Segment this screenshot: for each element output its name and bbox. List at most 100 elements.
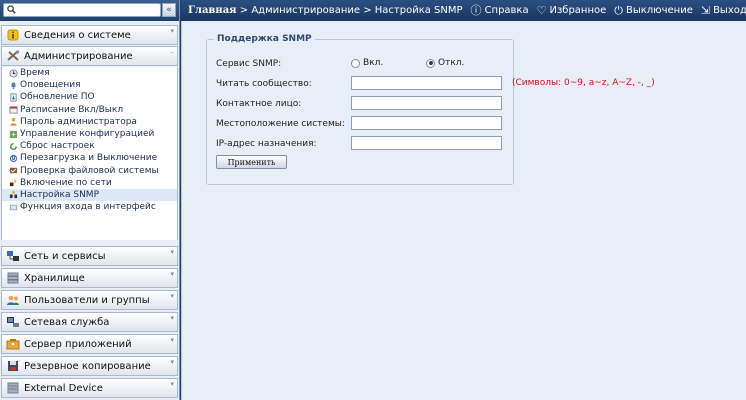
category-label: Сетевая служба [24,316,110,328]
menu-item-filesystem-check[interactable]: Проверка файловой системы [2,165,177,177]
breadcrumb-separator: > [236,5,252,16]
power-icon: ⏻ [614,4,623,17]
category-label: Сервер приложений [24,338,132,350]
collapse-sidebar-button[interactable]: « [162,3,176,17]
target-ip-label: IP-адрес назначения: [216,139,317,149]
target-ip-input[interactable] [351,136,502,150]
menu-item-notifications[interactable]: Оповещения [2,79,177,91]
help-icon: ⓘ [470,4,482,17]
contact-label: Контактное лицо: [216,99,302,109]
info-icon [5,28,20,42]
heart-icon: ♡ [536,4,547,17]
app-server-icon [5,337,20,351]
logout-icon: ⇲ [700,4,711,17]
category-network-service[interactable]: Сетевая служба ▾ [1,312,178,332]
login-icon [9,204,18,210]
apply-button[interactable]: Применить [216,155,287,169]
expand-icon: ▾ [170,292,174,300]
search-input[interactable] [3,3,161,17]
snmp-icon [9,191,18,199]
config-icon [9,130,18,138]
network-service-icon [5,315,20,329]
category-label: Сведения о системе [24,29,131,41]
radio-selected-icon [426,58,435,68]
sidebar: « Сведения о системе ▾ Администрирование… [0,0,180,400]
clock-icon [9,69,18,78]
menu-item-power-schedule[interactable]: Расписание Вкл/Выкл [2,104,177,116]
backup-icon [5,359,20,373]
snmp-service-label: Сервис SNMP: [216,59,282,69]
radio-icon [351,58,360,68]
breadcrumb: Главная > Администрирование > Настройка … [181,5,463,16]
expand-icon: ▾ [170,336,174,344]
logout-link[interactable]: ⇲ Выход [701,5,746,16]
network-icon [5,249,20,263]
menu-item-snmp-settings[interactable]: Настройка SNMP [2,188,177,202]
snmp-support-fieldset: Поддержка SNMP Сервис SNMP: Вкл. Откл. Ч… [206,34,655,185]
menu-item-wake-on-lan[interactable]: Включение по сети [2,177,177,189]
admin-password-icon [10,118,17,126]
storage-icon [5,271,20,285]
breadcrumb-home[interactable]: Главная [188,5,237,16]
reset-icon [10,142,17,150]
category-label: Резервное копирование [24,360,151,372]
shutdown-link[interactable]: ⏻ Выключение [614,5,693,16]
category-administration[interactable]: Администрирование – [1,46,178,66]
external-device-icon [5,381,20,395]
expand-icon: ▾ [170,248,174,256]
firmware-icon [10,93,17,102]
menu-item-factory-reset[interactable]: Сброс настроек [2,140,177,152]
top-links: ⓘ Справка ♡ Избранное ⏻ Выключение ⇲ Выход [463,5,746,16]
top-bar: Главная > Администрирование > Настройка … [181,0,746,21]
category-backup[interactable]: Резервное копирование ▾ [1,356,178,376]
community-hint: (Символы: 0~9, a~z, A~Z, -, _) [512,78,655,88]
power-icon [9,154,18,163]
expand-icon: ▾ [170,358,174,366]
favorites-link[interactable]: ♡ Избранное [537,5,607,16]
location-label: Местоположение системы: [216,119,345,129]
category-system-info[interactable]: Сведения о системе ▾ [1,25,178,45]
search-icon [7,5,16,14]
category-app-server[interactable]: Сервер приложений ▾ [1,334,178,354]
wol-icon [9,179,17,187]
expand-icon: ▾ [170,27,174,35]
help-link[interactable]: ⓘ Справка [471,5,529,16]
category-users-groups[interactable]: Пользователи и группы ▾ [1,290,178,310]
admin-submenu: Время Оповещения Обновление ПО Расписани… [1,67,178,240]
breadcrumb-administration[interactable]: Администрирование [251,5,360,16]
snmp-off-radio[interactable]: Откл. [426,58,464,68]
users-icon [5,293,20,307]
location-input[interactable] [351,116,502,130]
expand-icon: ▾ [170,270,174,278]
collapse-icon: – [170,48,175,56]
menu-item-login-function[interactable]: Функция входа в интерфейс [2,201,177,213]
expand-icon: ▾ [170,314,174,322]
community-label: Читать сообщество: [216,79,312,89]
breadcrumb-current: Настройка SNMP [374,5,463,16]
expand-icon: ▾ [170,380,174,388]
tools-icon [5,49,20,63]
category-label: Пользователи и группы [24,294,150,306]
main-content: Поддержка SNMP Сервис SNMP: Вкл. Откл. Ч… [181,21,746,400]
category-network[interactable]: Сеть и сервисы ▾ [1,246,178,266]
community-input[interactable] [351,76,502,90]
menu-item-reboot-shutdown[interactable]: Перезагрузка и Выключение [2,152,177,164]
fs-check-icon [9,167,18,174]
snmp-on-radio[interactable]: Вкл. [351,58,383,68]
category-label: Администрирование [24,50,133,62]
menu-item-admin-password[interactable]: Пароль администратора [2,116,177,128]
category-label: Сеть и сервисы [24,250,106,262]
notification-icon [11,82,16,90]
schedule-icon [9,106,18,114]
menu-item-config-management[interactable]: Управление конфигурацией [2,128,177,140]
menu-item-time[interactable]: Время [2,67,177,79]
category-storage[interactable]: Хранилище ▾ [1,268,178,288]
menu-item-firmware-update[interactable]: Обновление ПО [2,91,177,103]
category-label: External Device [24,382,103,394]
breadcrumb-separator: > [360,5,375,16]
category-external-device[interactable]: External Device ▾ [1,378,178,398]
search-bar: « [0,0,179,21]
fieldset-legend: Поддержка SNMP [214,34,315,44]
category-label: Хранилище [24,272,85,284]
contact-input[interactable] [351,96,502,110]
